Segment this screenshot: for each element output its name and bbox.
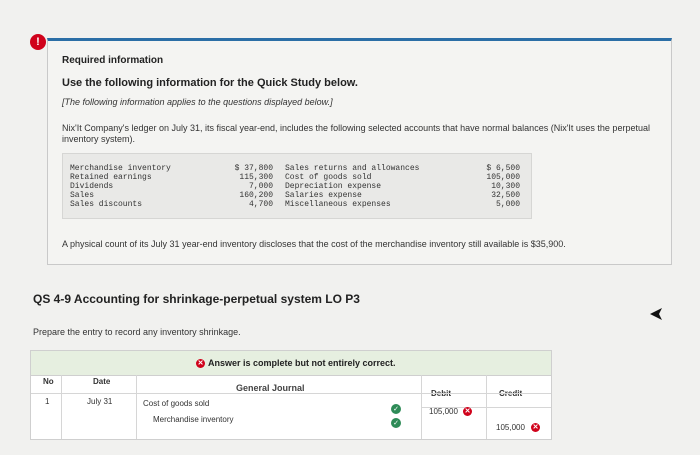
column-header-no: No xyxy=(43,377,54,386)
row-divider xyxy=(31,393,551,394)
column-divider xyxy=(61,375,62,439)
ledger-accounts-table: Merchandise inventory Retained earnings … xyxy=(62,153,532,219)
column-divider xyxy=(136,375,137,439)
debit-amount-input[interactable]: 105,000 xyxy=(429,407,458,416)
ledger-account-name: Retained earnings xyxy=(70,173,152,182)
ledger-right-values: $ 6,500 105,000 10,300 32,500 5,000 xyxy=(458,164,520,209)
ledger-account-value: 5,000 xyxy=(495,200,520,209)
ledger-account-name: Miscellaneous expenses xyxy=(285,200,391,209)
ledger-account-name: Sales discounts xyxy=(70,200,143,209)
ledger-account-name: Sales returns and allowances xyxy=(285,164,420,173)
ledger-account-name: Dividends xyxy=(70,182,114,191)
instructions-heading: Use the following information for the Qu… xyxy=(62,77,358,89)
ledger-account-value: 7,000 xyxy=(248,182,273,191)
credit-amount-input[interactable]: 105,000 xyxy=(496,423,525,432)
ledger-account-value: 160,200 xyxy=(239,191,273,200)
incorrect-icon: ✕ xyxy=(531,423,540,432)
question-prompt: Prepare the entry to record any inventor… xyxy=(33,327,241,337)
answer-status-banner: ✕ Answer is complete but not entirely cor… xyxy=(31,351,551,376)
answer-status-text: Answer is complete but not entirely corr… xyxy=(208,358,396,368)
credit-account-input[interactable]: Merchandise inventory xyxy=(153,415,233,424)
ledger-account-value: 105,000 xyxy=(486,173,520,182)
debit-account-input[interactable]: Cost of goods sold xyxy=(143,399,209,408)
ledger-account-value: $ 37,800 xyxy=(234,164,273,173)
ledger-left-names: Merchandise inventory Retained earnings … xyxy=(70,164,171,209)
ledger-account-value: 4,700 xyxy=(248,200,273,209)
ledger-account-name: Cost of goods sold xyxy=(285,173,372,182)
ledger-account-name: Depreciation expense xyxy=(285,182,382,191)
ledger-account-value: $ 6,500 xyxy=(486,164,520,173)
mouse-cursor-icon xyxy=(650,308,662,320)
entry-date[interactable]: July 31 xyxy=(87,397,112,406)
exclamation-icon: ! xyxy=(30,34,46,50)
general-journal-heading: General Journal xyxy=(236,383,305,393)
ledger-account-name: Sales xyxy=(70,191,95,200)
incorrect-icon: ✕ xyxy=(463,407,472,416)
instructions-note: [The following information applies to th… xyxy=(62,97,333,107)
correct-check-icon: ✓ xyxy=(391,418,401,428)
correct-check-icon: ✓ xyxy=(391,404,401,414)
entry-number: 1 xyxy=(45,397,50,406)
ledger-account-value: 32,500 xyxy=(491,191,520,200)
ledger-account-name: Salaries expense xyxy=(285,191,362,200)
ledger-right-names: Sales returns and allowances Cost of goo… xyxy=(285,164,419,209)
ledger-description: Nix'It Company's ledger on July 31, its … xyxy=(62,123,650,144)
column-header-date: Date xyxy=(93,377,111,386)
ledger-left-values: $ 37,800 115,300 7,000 160,200 4,700 xyxy=(213,164,273,209)
ledger-account-name: Merchandise inventory xyxy=(70,164,171,173)
ledger-account-value: 10,300 xyxy=(491,182,520,191)
journal-entry-table: ✕ Answer is complete but not entirely cor… xyxy=(30,350,552,440)
panel-title: Required information xyxy=(62,55,164,66)
ledger-account-value: 115,300 xyxy=(239,173,273,182)
required-information-panel: Required information Use the following i… xyxy=(47,38,672,265)
physical-count-text: A physical count of its July 31 year-end… xyxy=(62,239,566,249)
incorrect-icon: ✕ xyxy=(196,359,205,369)
question-title: QS 4-9 Accounting for shrinkage-perpetua… xyxy=(33,292,360,306)
